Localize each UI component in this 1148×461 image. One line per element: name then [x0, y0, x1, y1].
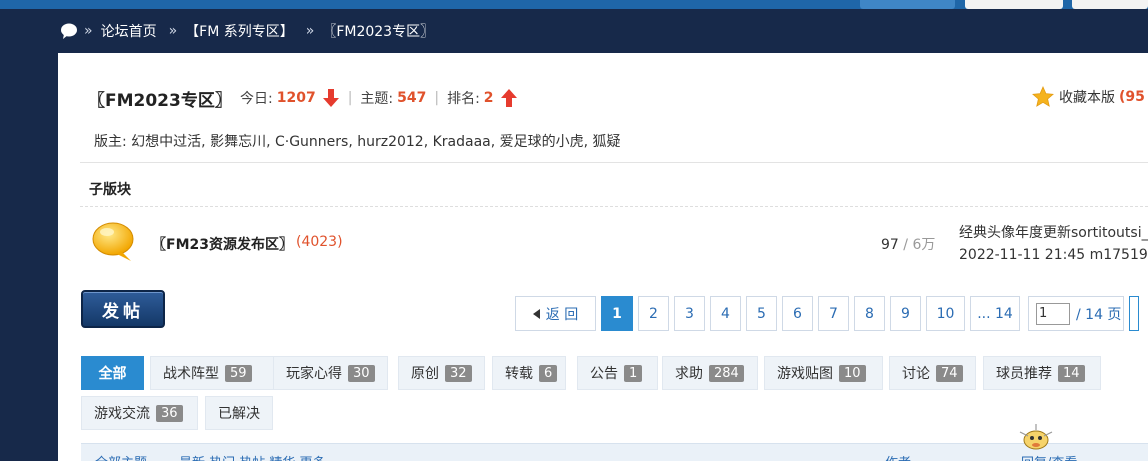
filter-label: 游戏贴图	[777, 366, 833, 382]
filter-help[interactable]: 求助 284	[662, 356, 758, 390]
top-tab-3[interactable]	[1072, 0, 1148, 9]
moderators-line: 版主: 幻想中过活, 影舞忘川, C·Gunners, hurz2012, Kr…	[94, 134, 621, 150]
rank-value: 2	[483, 90, 494, 106]
next-page-button[interactable]	[1129, 296, 1139, 331]
thread-list-header: 全部主题 最新 热门 热帖 精华 更多 作者 回复/查看	[81, 443, 1148, 461]
filter-count-badge: 6	[539, 364, 558, 382]
filter-label: 求助	[675, 366, 703, 382]
filter-label: 玩家心得	[286, 366, 342, 382]
thread-header-author: 作者	[885, 452, 911, 461]
filter-label: 原创	[411, 366, 439, 382]
page-10-button[interactable]: 10	[926, 296, 965, 331]
top-tab-1[interactable]	[860, 0, 955, 9]
thread-header-sorts[interactable]: 最新 热门 热帖 精华 更多	[179, 452, 326, 461]
topics-value: 547	[397, 90, 427, 106]
filter-announcement[interactable]: 公告 1	[577, 356, 658, 390]
stat-slash: /	[898, 237, 913, 253]
new-post-button[interactable]: 发帖	[81, 290, 165, 328]
favorite-label: 收藏本版	[1059, 90, 1115, 106]
filter-count-badge: 32	[445, 364, 472, 382]
filter-count-badge: 30	[348, 364, 375, 382]
page-total: / 14 页	[1076, 306, 1122, 323]
arrow-up-icon	[500, 89, 517, 107]
filter-label: 战术阵型	[163, 366, 219, 382]
filter-count-badge: 1	[624, 364, 643, 382]
stat-divider: |	[347, 90, 353, 106]
rank-label: 排名:	[447, 91, 480, 107]
favorite-forum-link[interactable]: 收藏本版 (95	[1032, 86, 1145, 108]
page-2-button[interactable]: 2	[638, 296, 669, 331]
filter-count-badge: 284	[709, 364, 744, 382]
breadcrumb-fm-series[interactable]: 【FM 系列专区】	[185, 21, 294, 41]
subforum-today-count: (4023)	[296, 234, 343, 250]
breadcrumb-separator: »	[168, 23, 178, 39]
page-3-button[interactable]: 3	[674, 296, 705, 331]
page-jump: 1 / 14 页	[1028, 296, 1124, 331]
subforum-threads: 97	[881, 237, 899, 253]
page-last-button[interactable]: ... 14	[970, 296, 1020, 331]
star-icon	[1032, 86, 1054, 107]
filter-original[interactable]: 原创 32	[398, 356, 485, 390]
page-4-button[interactable]: 4	[710, 296, 741, 331]
filter-count-badge: 14	[1058, 364, 1085, 382]
thread-header-all[interactable]: 全部主题	[95, 452, 147, 461]
filter-screenshots[interactable]: 游戏贴图 10	[764, 356, 883, 390]
page-7-button[interactable]: 7	[818, 296, 849, 331]
breadcrumb-fm2023[interactable]: 〖FM2023专区〗	[322, 21, 434, 41]
breadcrumb-separator: »	[84, 23, 93, 39]
filter-label: 已解决	[218, 406, 260, 422]
caret-left-icon	[532, 308, 540, 319]
page-8-button[interactable]: 8	[854, 296, 885, 331]
filter-label: 转载	[505, 366, 533, 382]
page-6-button[interactable]: 6	[782, 296, 813, 331]
stat-divider: |	[434, 90, 440, 106]
page-1-button[interactable]: 1	[601, 296, 633, 331]
filter-discussion[interactable]: 讨论 74	[889, 356, 976, 390]
forum-title: 〖FM2023专区〗	[88, 91, 232, 111]
favorite-count: (95	[1119, 89, 1145, 105]
filter-solved[interactable]: 已解决	[205, 396, 273, 430]
breadcrumb-home[interactable]: 论坛首页	[101, 21, 157, 41]
filter-label: 讨论	[902, 366, 930, 382]
breadcrumb-separator: »	[305, 23, 315, 39]
filter-label: 全部	[98, 366, 127, 382]
filter-player-recommend[interactable]: 球员推荐 14	[983, 356, 1101, 390]
today-label: 今日:	[240, 91, 273, 107]
page-9-button[interactable]: 9	[890, 296, 921, 331]
filter-label: 游戏交流	[94, 406, 150, 422]
filter-count-badge: 10	[839, 364, 866, 382]
last-post-title[interactable]: 经典头像年度更新sortitoutsi_	[959, 222, 1148, 244]
mascot-icon	[1019, 424, 1053, 450]
divider	[80, 162, 1148, 163]
last-post-info: 2022-11-11 21:45 m1751945	[959, 247, 1148, 263]
speech-bubble-icon	[92, 222, 134, 261]
topics-label: 主题:	[360, 91, 394, 107]
pager-back-button[interactable]: 返 回	[515, 296, 596, 331]
pager-back-label: 返 回	[545, 306, 579, 323]
page-jump-input[interactable]: 1	[1036, 302, 1070, 325]
filter-label: 球员推荐	[996, 366, 1052, 382]
arrow-down-icon	[322, 89, 339, 107]
forum-stats: 今日: 1207 | 主题: 547 | 排名: 2	[240, 88, 518, 108]
subforum-last-post: 经典头像年度更新sortitoutsi_ 2022-11-11 21:45 m1…	[959, 222, 1148, 266]
filter-reprint[interactable]: 转载 6	[492, 356, 566, 390]
filter-game-chat[interactable]: 游戏交流 36	[81, 396, 198, 430]
subforum-stats: 97 / 6万	[881, 234, 935, 254]
subforum-link[interactable]: 〖FM23资源发布区〗	[152, 234, 293, 254]
subforum-heading: 子版块	[89, 182, 131, 198]
top-tab-2[interactable]	[965, 0, 1063, 9]
filter-label: 公告	[590, 366, 618, 382]
filter-all[interactable]: 全部	[81, 356, 144, 390]
subforum-posts: 6万	[912, 237, 936, 253]
filter-count-badge: 36	[156, 404, 183, 422]
filter-count-badge: 74	[936, 364, 963, 382]
page-5-button[interactable]: 5	[746, 296, 777, 331]
pagination: 返 回 1 2 3 4 5 6 7 8 9 10 ... 14 1 / 14 页	[515, 296, 1139, 331]
chat-bubble-icon	[61, 23, 77, 39]
breadcrumb: » 论坛首页 » 【FM 系列专区】 » 〖FM2023专区〗	[60, 20, 446, 42]
divider	[80, 206, 1148, 207]
filter-count-badge: 59	[225, 364, 252, 382]
today-value: 1207	[276, 90, 316, 106]
filter-experience[interactable]: 玩家心得 30	[273, 356, 388, 390]
